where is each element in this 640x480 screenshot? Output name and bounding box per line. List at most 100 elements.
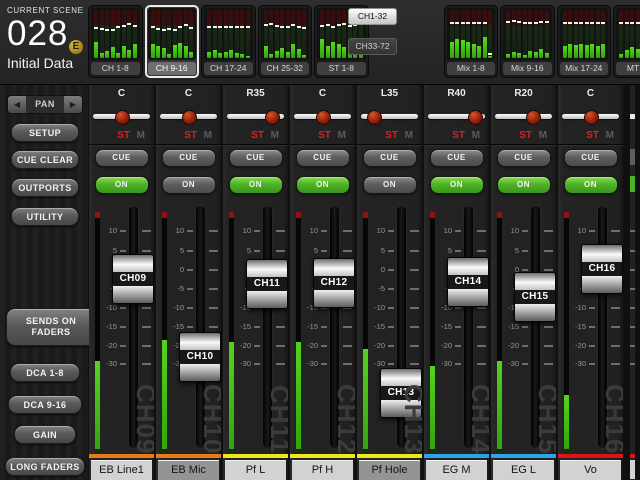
cue-button[interactable]: CUE [564, 149, 618, 167]
cue-button[interactable]: CUE [363, 149, 417, 167]
meter-bar [189, 10, 193, 58]
channel-name[interactable]: Pf H [292, 460, 353, 480]
sidebar-button-sends-on-faders[interactable]: SENDS ON FADERS [6, 308, 96, 346]
pan-knob[interactable] [316, 110, 331, 125]
mono-assign-label: M [606, 130, 614, 141]
fader-scale-tick [544, 250, 553, 252]
fader-cap[interactable]: CH14 [447, 257, 489, 307]
sidebar-button-long-faders[interactable]: LONG FADERS [5, 457, 85, 476]
pan-knob[interactable] [115, 110, 130, 125]
meter-bank-tab[interactable]: Mix 17-24 [557, 5, 612, 78]
stereo-assign-label: ST [586, 130, 599, 141]
cue-button[interactable]: CUE [95, 149, 149, 167]
sidebar-button-dca-1-8[interactable]: DCA 1-8 [10, 363, 80, 382]
on-button[interactable]: ON [564, 176, 618, 194]
meter-bars [91, 8, 140, 60]
pan-next-button[interactable]: ▶ [64, 96, 82, 113]
next-strip-tick [630, 288, 635, 290]
on-button[interactable]: ON [229, 176, 283, 194]
channel-name[interactable]: EG L [493, 460, 554, 480]
pan-knob[interactable] [584, 110, 599, 125]
channel-name[interactable]: Pf L [225, 460, 286, 480]
sidebar-button-gain[interactable]: GAIN [14, 425, 76, 444]
channel-name[interactable]: EB Mic [158, 460, 219, 480]
mono-assign-label: M [405, 130, 413, 141]
on-button[interactable]: ON [296, 176, 350, 194]
meter-bank-tab[interactable]: Mix 9-16 [500, 5, 555, 78]
fader-cap-top [515, 273, 555, 290]
meter-bar [122, 10, 126, 58]
sidebar-button-dca-9-16[interactable]: DCA 9-16 [8, 395, 82, 414]
meter-fill [534, 52, 538, 58]
sidebar-button-setup[interactable]: SETUP [11, 123, 79, 142]
meter-bank-tab[interactable]: CH 25-32 [258, 5, 313, 78]
channel-name[interactable]: Pf Hole [359, 460, 420, 480]
bank-button-ch33-72[interactable]: CH33-72 [348, 38, 397, 55]
bank-button-ch1-32[interactable]: CH1-32 [348, 8, 397, 25]
meter-bank-tab[interactable]: Mix 1-8 [444, 5, 499, 78]
fader-cap[interactable]: CH12 [313, 258, 355, 308]
pan-slider[interactable] [294, 109, 351, 123]
fader-scale-tick [455, 307, 461, 309]
pan-slider[interactable] [93, 109, 150, 123]
channel-watermark: CH16 [605, 384, 623, 454]
channel-name[interactable]: Vo [560, 460, 621, 480]
fader-position-mark [455, 22, 459, 24]
meter-fill [297, 49, 301, 58]
fader-cap-bottom [180, 364, 220, 381]
fader-cap[interactable]: CH10 [179, 332, 221, 382]
channel-name[interactable]: EB Line1 [91, 460, 152, 480]
meter-bank-tab[interactable]: CH 1-8 [88, 5, 143, 78]
fader-scale-tick [611, 363, 620, 365]
meter-fill [167, 54, 171, 58]
pan-knob[interactable] [182, 110, 197, 125]
on-button[interactable]: ON [430, 176, 484, 194]
fader-scale-tick [276, 326, 285, 328]
divider [290, 144, 355, 146]
cue-button[interactable]: CUE [430, 149, 484, 167]
meter-fill [450, 42, 454, 58]
pan-knob[interactable] [367, 110, 382, 125]
meter-bank-tab[interactable]: MT 1-8 [613, 5, 640, 78]
meter-bar [94, 10, 98, 58]
fader-position-mark [539, 21, 543, 23]
pan-slider[interactable] [428, 109, 485, 123]
on-button[interactable]: ON [95, 176, 149, 194]
pan-slider[interactable] [227, 109, 284, 123]
on-button[interactable]: ON [497, 176, 551, 194]
cue-button[interactable]: CUE [296, 149, 350, 167]
sidebar-button-outports[interactable]: OUTPORTS [11, 178, 79, 197]
meter-fill [94, 42, 98, 58]
meter-fill [246, 56, 250, 58]
cue-button[interactable]: CUE [497, 149, 551, 167]
pan-knob[interactable] [526, 110, 541, 125]
pan-slider[interactable] [160, 109, 217, 123]
next-strip-fragment [630, 149, 635, 165]
sidebar-button-utility[interactable]: UTILITY [11, 207, 79, 226]
pan-mode-label[interactable]: PAN [26, 96, 64, 113]
pan-slider[interactable] [495, 109, 552, 123]
on-button[interactable]: ON [363, 176, 417, 194]
meter-bank-tab[interactable]: CH 9-16 [145, 5, 200, 78]
fader-scale-label: -20 [367, 341, 385, 350]
cue-button[interactable]: CUE [162, 149, 216, 167]
meter-bank-tab[interactable]: CH 17-24 [201, 5, 256, 78]
fader-cap[interactable]: CH11 [246, 259, 288, 309]
cue-button[interactable]: CUE [229, 149, 283, 167]
pan-slider[interactable] [562, 109, 619, 123]
on-button[interactable]: ON [162, 176, 216, 194]
fader-scale-tick [276, 363, 285, 365]
meter-fill [342, 47, 346, 58]
pan-knob[interactable] [468, 110, 483, 125]
pan-prev-button[interactable]: ◀ [8, 96, 26, 113]
pan-knob[interactable] [265, 110, 280, 125]
channel-name[interactable]: EG M [426, 460, 487, 480]
fader-cap[interactable]: CH09 [112, 254, 154, 304]
fader-scale-label: 10 [501, 226, 519, 235]
pan-slider[interactable] [361, 109, 418, 123]
fader-cap[interactable]: CH16 [581, 244, 623, 294]
fader-position-mark [512, 20, 516, 22]
sidebar-button-cue-clear[interactable]: CUE CLEAR [11, 150, 79, 169]
fader-scale-tick [187, 230, 193, 232]
fader-cap[interactable]: CH15 [514, 272, 556, 322]
